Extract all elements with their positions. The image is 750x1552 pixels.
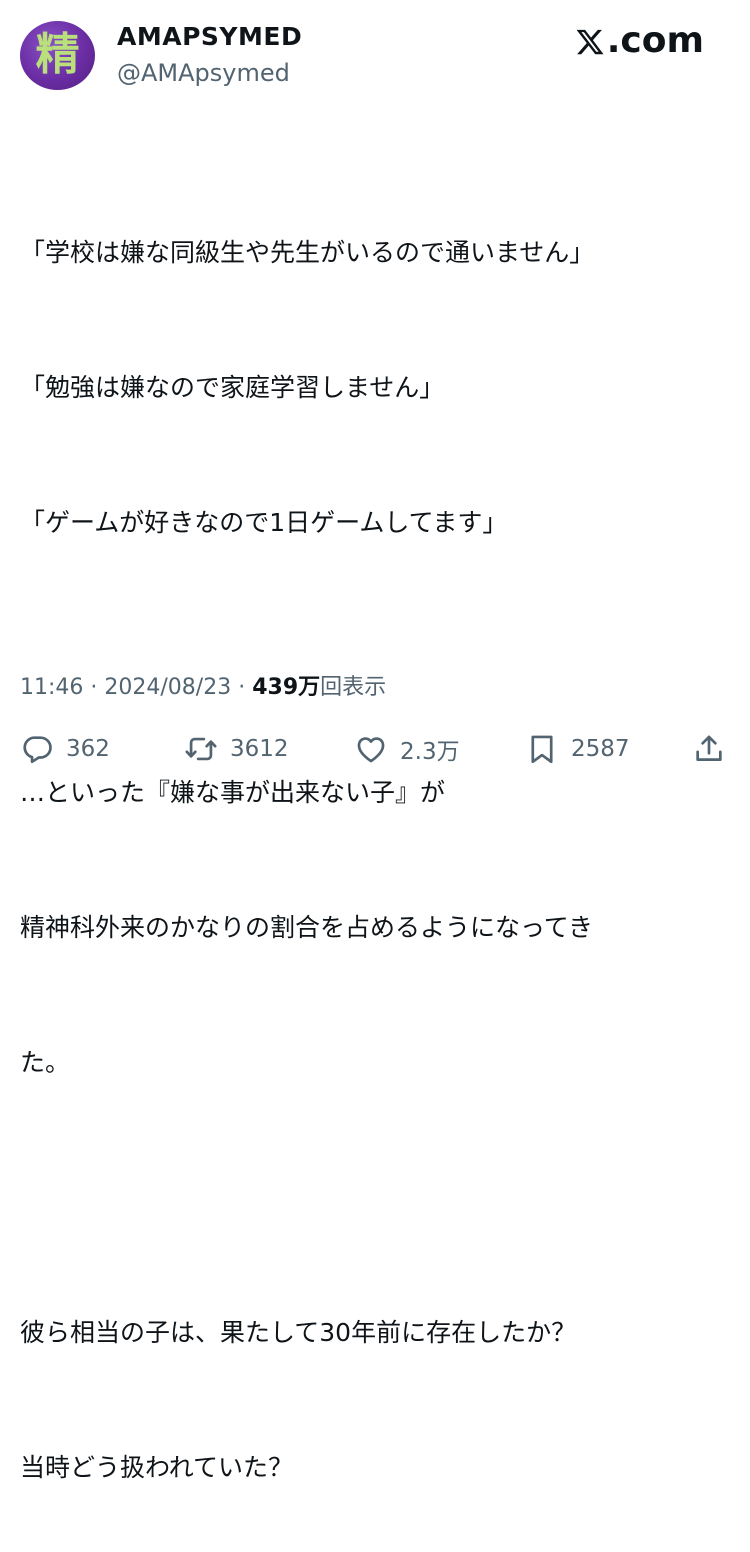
avatar[interactable]: 精	[20, 21, 95, 90]
bookmark-count: 2587	[571, 736, 630, 762]
like-button[interactable]: 2.3万	[354, 732, 460, 766]
speech-bubble-icon	[23, 736, 52, 764]
author-handle[interactable]: @AMApsymed	[117, 59, 290, 87]
author-display-name[interactable]: AMAPSYMED	[117, 22, 302, 51]
reply-count: 362	[66, 736, 110, 762]
tweet-line: た。	[20, 1048, 71, 1077]
repost-button[interactable]: 3612	[184, 732, 289, 766]
bookmark-button[interactable]: 2587	[525, 732, 630, 766]
tweet-line: 「学校は嫌な同級生や先生がいるので通いません」	[20, 238, 595, 267]
tweet-time[interactable]: 11:46	[20, 675, 83, 700]
action-bar: 362 3612 2.3万 2587	[0, 726, 750, 776]
reply-button[interactable]: 362	[20, 732, 110, 766]
meta-separator: ·	[90, 675, 98, 700]
avatar-glyph: 精	[35, 28, 80, 80]
tweet-line: 彼ら相当の子は、果たして30年前に存在したか？	[20, 1318, 577, 1347]
heart-icon	[357, 737, 385, 763]
tweet-text: 「学校は嫌な同級生や先生がいるので通いません」 「勉強は嫌なので家庭学習しません…	[20, 140, 720, 1552]
tweet-line: 当時どう扱われていた？	[20, 1453, 294, 1482]
share-button[interactable]	[692, 732, 738, 766]
like-count: 2.3万	[400, 739, 460, 765]
repost-arrows-icon	[185, 737, 217, 761]
brand-label: .com	[606, 20, 704, 61]
tweet-line: 精神科外来のかなりの割合を占めるようになってき	[20, 913, 594, 942]
views-count: 439	[252, 675, 299, 700]
brand-logo[interactable]: .com	[575, 20, 704, 61]
x-logo-icon	[576, 29, 604, 55]
tweet-card: 精 AMAPSYMED @AMApsymed .com 「学校は嫌な同級生や先生…	[0, 0, 750, 1482]
views-label: 回表示	[320, 675, 387, 700]
meta-separator: ·	[238, 675, 246, 700]
share-upload-icon	[696, 735, 722, 761]
tweet-line: 「勉強は嫌なので家庭学習しません」	[20, 373, 445, 402]
repost-count: 3612	[230, 736, 289, 762]
tweet-line: …といった『嫌な事が出来ない子』が	[20, 778, 446, 807]
tweet-date[interactable]: 2024/08/23	[104, 675, 231, 700]
tweet-meta: 11:46 · 2024/08/23 · 439万回表示	[20, 669, 386, 701]
bookmark-icon	[531, 735, 553, 764]
tweet-line: 「ゲームが好きなので1日ゲームしてます」	[20, 508, 508, 537]
views-unit: 万	[298, 675, 321, 700]
